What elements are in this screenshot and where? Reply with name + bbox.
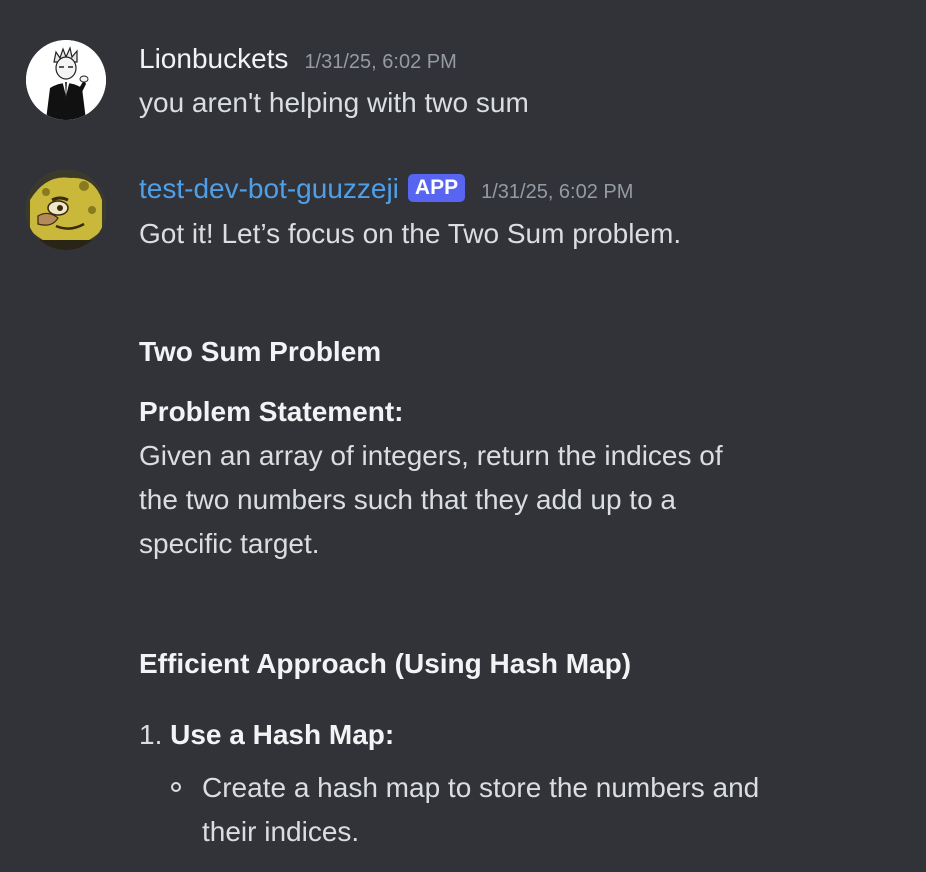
timestamp[interactable]: 1/31/25, 6:02 PM: [304, 51, 456, 74]
content-heading: Two Sum Problem: [139, 336, 382, 367]
bot-username[interactable]: test-dev-bot-guuzzeji: [139, 173, 399, 205]
anime-character-avatar-icon: [26, 40, 106, 120]
statement-line: Given an array of integers, return the i…: [139, 440, 723, 471]
timestamp[interactable]: 1/31/25, 6:02 PM: [481, 181, 633, 204]
bullet-line: their indices.: [202, 816, 360, 847]
username[interactable]: Lionbuckets: [139, 43, 288, 75]
bullet-line: Create a hash map to store the numbers a…: [202, 772, 760, 803]
message-text: you aren't helping with two sum: [139, 87, 529, 118]
message-header: test-dev-bot-guuzzeji APP 1/31/25, 6:02 …: [139, 170, 633, 208]
statement-line: specific target.: [139, 528, 320, 559]
message-header: Lionbuckets 1/31/25, 6:02 PM: [139, 40, 457, 78]
problem-statement-text: Given an array of integers, return the i…: [139, 434, 723, 566]
message-text: Got it! Let’s focus on the Two Sum probl…: [139, 218, 682, 249]
spongebob-avatar-icon: [26, 170, 106, 250]
app-badge: APP: [407, 174, 466, 202]
approach-heading: Efficient Approach (Using Hash Map): [139, 648, 632, 679]
avatar-bot[interactable]: [26, 170, 106, 250]
sub-bullet-text: Create a hash map to store the numbers a…: [202, 766, 759, 854]
list-item: 1. Use a Hash Map:: [139, 713, 394, 757]
statement-line: the two numbers such that they add up to…: [139, 484, 677, 515]
bullet-circle-icon: [171, 782, 181, 792]
avatar-lionbuckets[interactable]: [26, 40, 106, 120]
problem-statement-label: Problem Statement:: [139, 396, 404, 427]
list-number: 1.: [139, 719, 163, 750]
list-item-title: Use a Hash Map:: [170, 719, 395, 750]
